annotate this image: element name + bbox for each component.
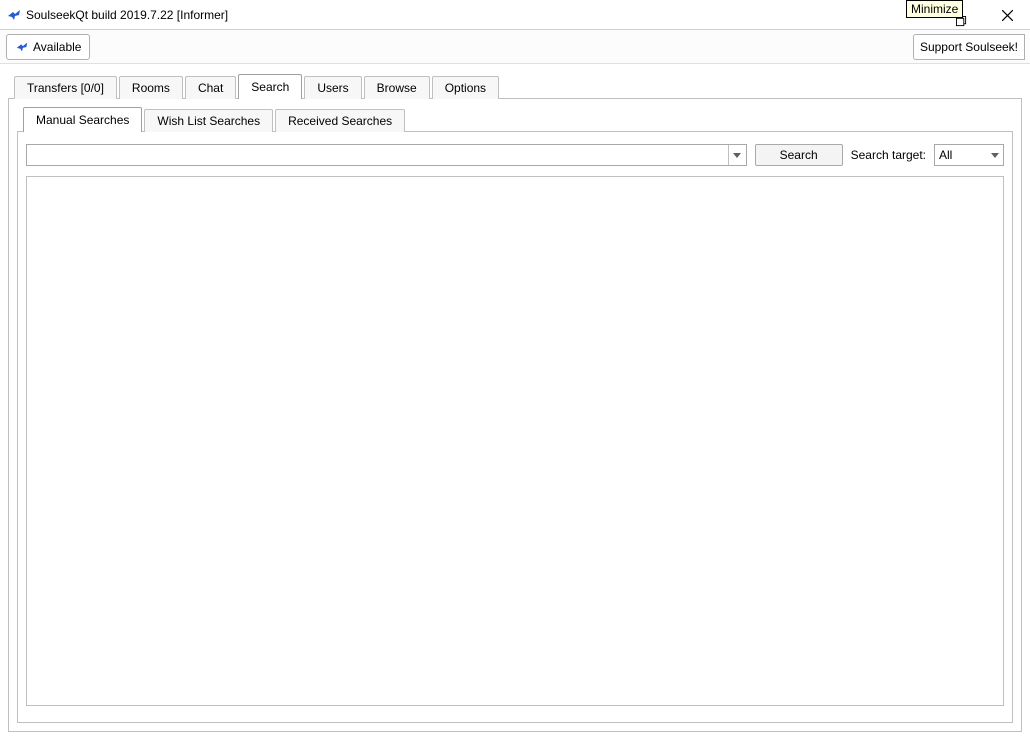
tab-browse[interactable]: Browse xyxy=(364,76,430,99)
search-row: Search Search target: All xyxy=(26,144,1004,166)
support-button[interactable]: Support Soulseek! xyxy=(913,34,1025,60)
tab-options[interactable]: Options xyxy=(432,76,499,99)
search-tab-page: Search Search target: All xyxy=(17,131,1013,723)
search-button[interactable]: Search xyxy=(755,144,843,166)
close-button[interactable] xyxy=(984,0,1030,30)
available-label: Available xyxy=(33,40,81,54)
minimize-tooltip: Minimize xyxy=(906,0,963,18)
tab-wishlist-searches[interactable]: Wish List Searches xyxy=(144,109,273,132)
chevron-down-icon xyxy=(991,153,999,158)
titlebar: SoulseekQt build 2019.7.22 [Informer] xyxy=(0,0,1030,30)
content-area: Transfers [0/0] Rooms Chat Search Users … xyxy=(0,64,1030,738)
main-tab-strip: Transfers [0/0] Rooms Chat Search Users … xyxy=(14,74,1022,98)
tab-manual-searches[interactable]: Manual Searches xyxy=(23,107,142,132)
tab-rooms[interactable]: Rooms xyxy=(119,76,183,99)
search-target-label: Search target: xyxy=(851,148,926,162)
toolbar: Available Support Soulseek! xyxy=(0,30,1030,64)
app-icon xyxy=(6,7,22,23)
search-combo[interactable] xyxy=(26,144,747,166)
tab-chat[interactable]: Chat xyxy=(185,76,236,99)
bird-icon xyxy=(15,40,29,54)
app-window: Minimize SoulseekQt build 2019.7.22 [Inf… xyxy=(0,0,1030,738)
tab-transfers[interactable]: Transfers [0/0] xyxy=(14,76,117,99)
support-label: Support Soulseek! xyxy=(920,40,1018,54)
search-results-area xyxy=(26,176,1004,706)
search-target-value: All xyxy=(939,148,952,162)
available-button[interactable]: Available xyxy=(6,34,90,60)
search-input[interactable] xyxy=(27,145,728,165)
window-title: SoulseekQt build 2019.7.22 [Informer] xyxy=(26,8,228,22)
search-tab-strip: Manual Searches Wish List Searches Recei… xyxy=(23,107,1013,131)
tab-users[interactable]: Users xyxy=(304,76,361,99)
search-dropdown-button[interactable] xyxy=(728,145,746,165)
search-target-select[interactable]: All xyxy=(934,144,1004,166)
tab-received-searches[interactable]: Received Searches xyxy=(275,109,405,132)
tab-search[interactable]: Search xyxy=(238,74,302,99)
main-tab-page: Manual Searches Wish List Searches Recei… xyxy=(8,98,1022,732)
